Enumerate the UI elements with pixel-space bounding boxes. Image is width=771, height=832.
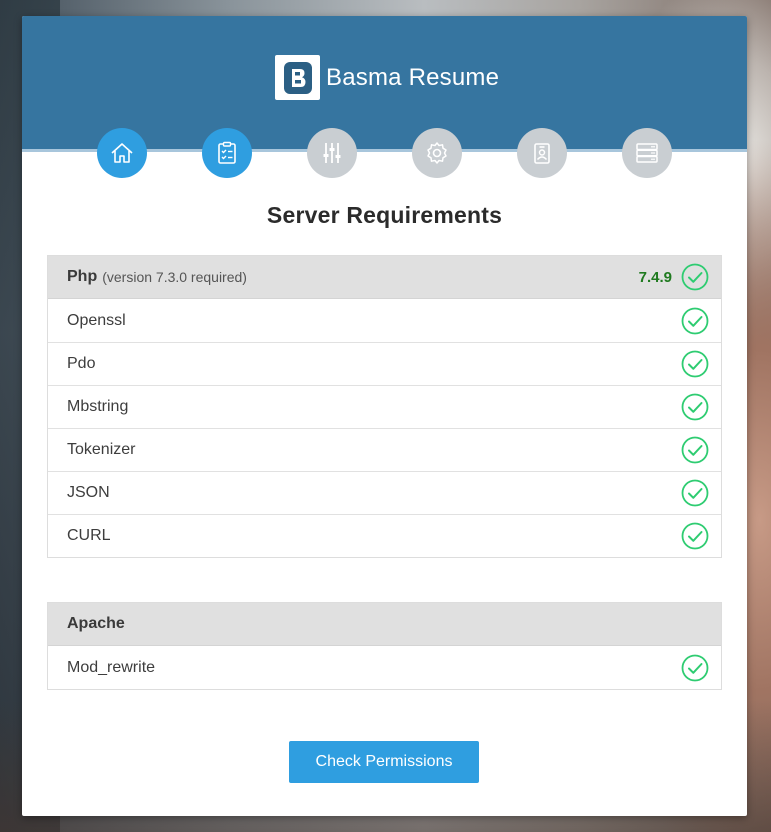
requirement-label: Mod_rewrite: [67, 658, 156, 676]
step-settings[interactable]: [307, 128, 357, 178]
server-icon: [636, 143, 658, 163]
installer-card: Basma Resume Server Requirements Php (ve…: [22, 16, 747, 816]
wizard-steps: [22, 128, 747, 178]
requirement-row-json: JSON: [48, 471, 721, 514]
requirement-row-openssl: Openssl: [48, 299, 721, 342]
check-circle-icon: [681, 522, 709, 550]
check-circle-icon: [681, 479, 709, 507]
sliders-icon: [323, 143, 341, 163]
apache-panel-header: Apache: [48, 603, 721, 646]
requirement-row-pdo: Pdo: [48, 342, 721, 385]
id-badge-icon: [534, 143, 550, 164]
step-environment[interactable]: [412, 128, 462, 178]
check-circle-icon: [681, 393, 709, 421]
brand-logo-icon: [283, 61, 312, 94]
step-database[interactable]: [622, 128, 672, 178]
step-requirements[interactable]: [202, 128, 252, 178]
check-circle-icon: [681, 263, 709, 291]
brand: Basma Resume: [275, 55, 499, 100]
apache-panel-title: Apache: [67, 615, 125, 632]
brand-name: Basma Resume: [326, 63, 500, 91]
requirement-label: Mbstring: [67, 398, 129, 415]
requirement-row-mod-rewrite: Mod_rewrite: [48, 646, 721, 689]
requirement-label: CURL: [67, 527, 111, 544]
requirement-row-tokenizer: Tokenizer: [48, 428, 721, 471]
php-panel-header: Php (version 7.3.0 required) 7.4.9: [48, 256, 721, 299]
gear-icon: [427, 142, 447, 164]
requirement-row-curl: CURL: [48, 514, 721, 557]
page-title: Server Requirements: [266, 202, 503, 228]
step-home[interactable]: [97, 128, 147, 178]
requirement-label: JSON: [67, 484, 110, 501]
step-account[interactable]: [517, 128, 567, 178]
requirement-label: Tokenizer: [67, 441, 136, 458]
php-panel-title: Php: [67, 268, 98, 285]
requirement-label: Pdo: [67, 355, 96, 372]
php-requirements-panel: Php (version 7.3.0 required) 7.4.9 Opens…: [47, 255, 722, 558]
check-circle-icon: [681, 436, 709, 464]
home-icon: [111, 143, 133, 163]
php-required-version-note: (version 7.3.0 required): [102, 269, 247, 285]
check-circle-icon: [681, 307, 709, 334]
apache-requirements-panel: Apache Mod_rewrite: [47, 602, 722, 690]
php-current-version: 7.4.9: [638, 268, 672, 286]
check-circle-icon: [681, 350, 709, 378]
requirement-label: Openssl: [67, 311, 126, 329]
brand-logo: [275, 55, 320, 100]
check-permissions-button[interactable]: Check Permissions: [289, 741, 479, 783]
requirement-row-mbstring: Mbstring: [48, 385, 721, 428]
check-circle-icon: [681, 654, 709, 681]
clipboard-checklist-icon: [218, 141, 236, 164]
